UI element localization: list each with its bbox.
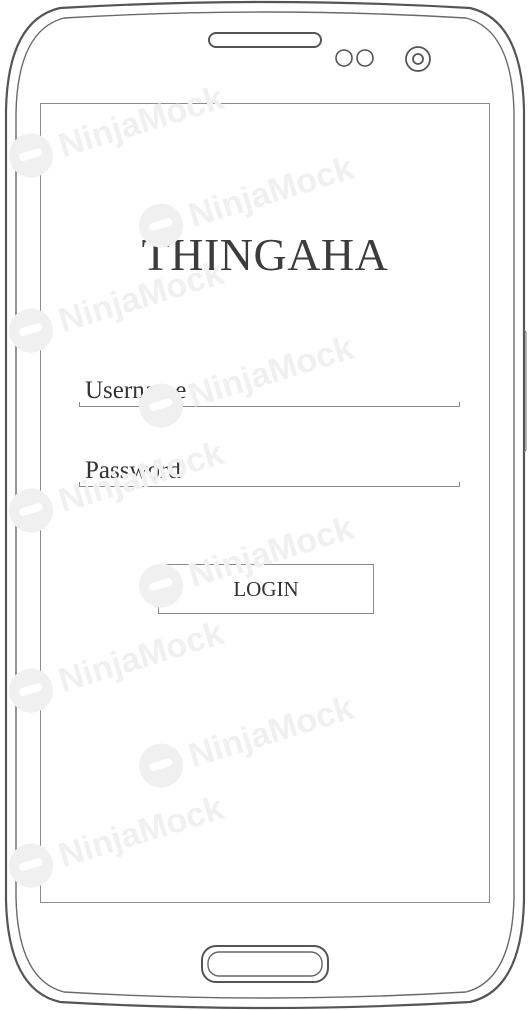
sensor-icon: [335, 49, 374, 67]
username-underline: [79, 406, 460, 407]
app-title: THINGAHA: [141, 229, 389, 280]
username-underline-tick-right: [459, 402, 460, 407]
password-underline-tick-right: [459, 482, 460, 487]
password-field[interactable]: Password: [79, 455, 460, 487]
username-field[interactable]: Username: [79, 375, 460, 407]
password-label: Password: [85, 457, 181, 484]
home-button[interactable]: [198, 942, 332, 986]
screen: THINGAHA Username Password LOGIN: [40, 103, 490, 903]
username-underline-tick-left: [79, 402, 80, 407]
login-button[interactable]: LOGIN: [158, 564, 374, 614]
password-underline-tick-left: [79, 482, 80, 487]
camera-icon: [405, 46, 431, 72]
username-label: Username: [85, 377, 187, 404]
earpiece-speaker: [208, 32, 322, 48]
password-underline: [79, 486, 460, 487]
